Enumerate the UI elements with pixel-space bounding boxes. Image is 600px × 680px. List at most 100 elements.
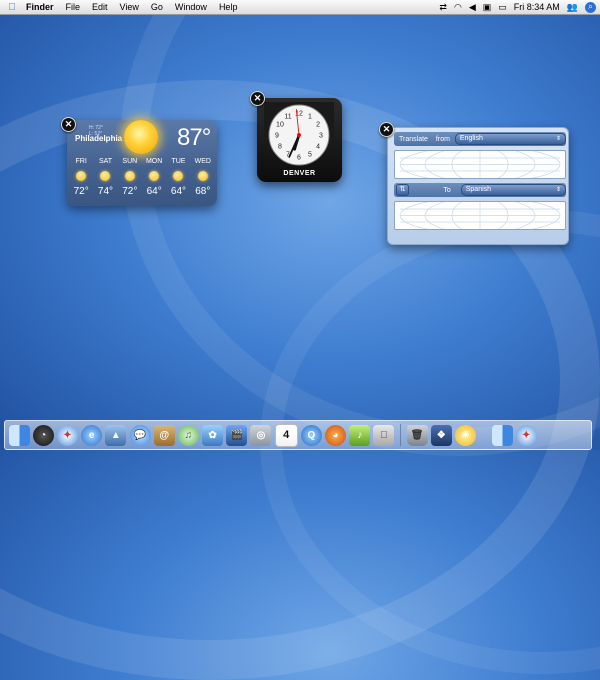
quicktime-icon[interactable]: Q bbox=[300, 424, 322, 446]
source-text-field[interactable] bbox=[394, 150, 566, 179]
keyboard-icon[interactable]: ▣ bbox=[483, 2, 492, 13]
clock-numeral: 11 bbox=[284, 113, 291, 120]
translate-close-button[interactable]: ✕ bbox=[379, 122, 394, 137]
forecast: FRI 72° SAT 74° SUN 72° MON 64° TUE 64° … bbox=[69, 158, 215, 197]
menu-view[interactable]: View bbox=[114, 0, 145, 14]
dashboard-icon[interactable]: ◔ bbox=[32, 424, 54, 446]
wifi-icon[interactable]: ◠ bbox=[454, 2, 462, 13]
idvd-icon[interactable]: ◎ bbox=[250, 424, 272, 446]
dreamweaver-icon[interactable]: ♪ bbox=[349, 424, 371, 446]
to-language-value: Spanish bbox=[465, 186, 492, 193]
menu-go[interactable]: Go bbox=[145, 0, 169, 14]
forecast-day-name: WED bbox=[194, 158, 211, 165]
itunes-icon[interactable]: ♫ bbox=[177, 424, 199, 446]
safari-icon[interactable]: ✦ bbox=[515, 424, 537, 446]
forecast-day-name: FRI bbox=[75, 158, 87, 165]
forecast-day: SUN 72° bbox=[118, 158, 142, 197]
from-label: from bbox=[435, 135, 450, 143]
apple-menu-icon[interactable]:  bbox=[373, 424, 395, 446]
forecast-day: TUE 64° bbox=[166, 158, 190, 197]
clock-numeral: 3 bbox=[319, 133, 323, 140]
dock: ◔ ✦ e ▲ 💬 @ ♫ ✿ 🎬 ◎ 4 Q ◕ ♪  🗑 ❖ ☀ ✦ bbox=[4, 420, 592, 450]
partly-sunny-icon bbox=[149, 171, 160, 181]
updown-arrows-icon: ⇕ bbox=[555, 187, 561, 193]
menubar-clock[interactable]: Fri 8:34 AM bbox=[514, 2, 560, 12]
sun-icon bbox=[124, 120, 158, 154]
partly-sunny-icon bbox=[197, 171, 208, 181]
to-label: To bbox=[443, 186, 451, 194]
clock-face: 1234567891011 12 bbox=[264, 102, 334, 166]
partly-sunny-icon bbox=[76, 171, 87, 181]
globe-grid-decoration bbox=[399, 151, 561, 178]
clock-numeral: 5 bbox=[308, 152, 312, 159]
current-temperature: 87° bbox=[177, 124, 211, 151]
forecast-day: WED 68° bbox=[191, 158, 215, 197]
clock-numeral: 9 bbox=[275, 133, 279, 140]
clock-city: DENVER bbox=[283, 170, 316, 177]
weather-widget[interactable]: H: 72° L: 52° Philadelphia 87° FRI 72° S… bbox=[67, 120, 217, 206]
forecast-day: FRI 72° bbox=[69, 158, 93, 197]
spotlight-icon[interactable]: ⌕ bbox=[585, 1, 596, 13]
clock-numeral: 8 bbox=[278, 144, 282, 151]
menu-file[interactable]: File bbox=[60, 0, 87, 14]
volume-icon[interactable]: ◀ bbox=[469, 2, 476, 13]
clock-numeral: 4 bbox=[316, 144, 320, 151]
ichat-icon[interactable]: 💬 bbox=[129, 424, 151, 446]
from-language-select[interactable]: English ⇕ bbox=[454, 133, 566, 145]
internet-explorer-icon[interactable]: e bbox=[81, 424, 103, 446]
battery-icon[interactable]: ▭ bbox=[498, 2, 507, 13]
weather-city: Philadelphia bbox=[75, 134, 123, 143]
menu-bar:  Finder File Edit View Go Window Help ⇄… bbox=[0, 0, 600, 15]
forecast-day-name: SAT bbox=[98, 158, 113, 165]
forecast-temp: 74° bbox=[97, 186, 114, 197]
dock-separator bbox=[400, 424, 401, 446]
swap-languages-button[interactable]: ⇅ bbox=[396, 184, 410, 196]
user-icon[interactable]: 👥 bbox=[567, 2, 578, 13]
sync-arrows-icon[interactable]: ⇄ bbox=[439, 2, 447, 13]
partly-sunny-icon bbox=[100, 171, 111, 181]
clock-close-button[interactable]: ✕ bbox=[250, 91, 265, 106]
updown-arrows-icon: ⇕ bbox=[555, 136, 561, 142]
from-row: Translate from English ⇕ bbox=[394, 132, 566, 146]
clock-numeral: 1 bbox=[308, 113, 312, 120]
partly-sunny-icon bbox=[124, 171, 135, 181]
menu-help[interactable]: Help bbox=[213, 0, 244, 14]
clock-numeral: 10 bbox=[276, 122, 284, 129]
globe-grid-decoration bbox=[399, 202, 561, 229]
widgets-icon[interactable]: ❖ bbox=[430, 424, 452, 446]
forecast-temp: 72° bbox=[73, 186, 89, 197]
clock-numeral: 2 bbox=[316, 122, 320, 129]
to-row: ⇅ To Spanish ⇕ bbox=[394, 183, 566, 197]
preview-icon[interactable]: ▲ bbox=[105, 424, 127, 446]
translation-widget: Translate from English ⇕ ⇅ To Spanish ⇕ bbox=[387, 127, 569, 245]
finder-icon[interactable] bbox=[8, 424, 30, 446]
forecast-day-name: MON bbox=[145, 158, 163, 165]
partly-sunny-icon bbox=[173, 171, 184, 181]
from-language-value: English bbox=[459, 135, 483, 142]
apple-icon[interactable]:  bbox=[4, 2, 20, 13]
forecast-temp: 64° bbox=[170, 186, 187, 197]
menu-edit[interactable]: Edit bbox=[86, 0, 114, 14]
forecast-day: MON 64° bbox=[142, 158, 166, 197]
safari-icon[interactable]: ✦ bbox=[56, 424, 78, 446]
iphoto-icon[interactable]: ✿ bbox=[202, 424, 224, 446]
clock-widget[interactable]: 1 2 3 4 5 6 7 8 9 10 11 12 DENVER bbox=[257, 98, 342, 182]
forecast-temp: 64° bbox=[146, 186, 162, 197]
forecast-temp: 72° bbox=[122, 186, 138, 197]
weather-close-button[interactable]: ✕ bbox=[61, 117, 76, 132]
forecast-temp: 68° bbox=[195, 186, 211, 197]
forecast-day: SAT 74° bbox=[93, 158, 117, 197]
trash-icon[interactable]: 🗑 bbox=[406, 424, 428, 446]
weather-icon[interactable]: ☀ bbox=[454, 424, 476, 446]
finder-icon[interactable] bbox=[491, 424, 513, 446]
forecast-day-name: SUN bbox=[122, 158, 138, 165]
clock-numeral: 6 bbox=[297, 155, 301, 162]
menu-window[interactable]: Window bbox=[169, 0, 213, 14]
to-language-select[interactable]: Spanish ⇕ bbox=[460, 184, 566, 196]
ical-icon[interactable]: 4 bbox=[274, 423, 298, 447]
translated-text-field[interactable] bbox=[394, 201, 566, 230]
address-book-icon[interactable]: @ bbox=[153, 424, 175, 446]
imovie-icon[interactable]: 🎬 bbox=[226, 424, 248, 446]
menu-finder[interactable]: Finder bbox=[20, 0, 60, 14]
firefox-icon[interactable]: ◕ bbox=[325, 424, 347, 446]
